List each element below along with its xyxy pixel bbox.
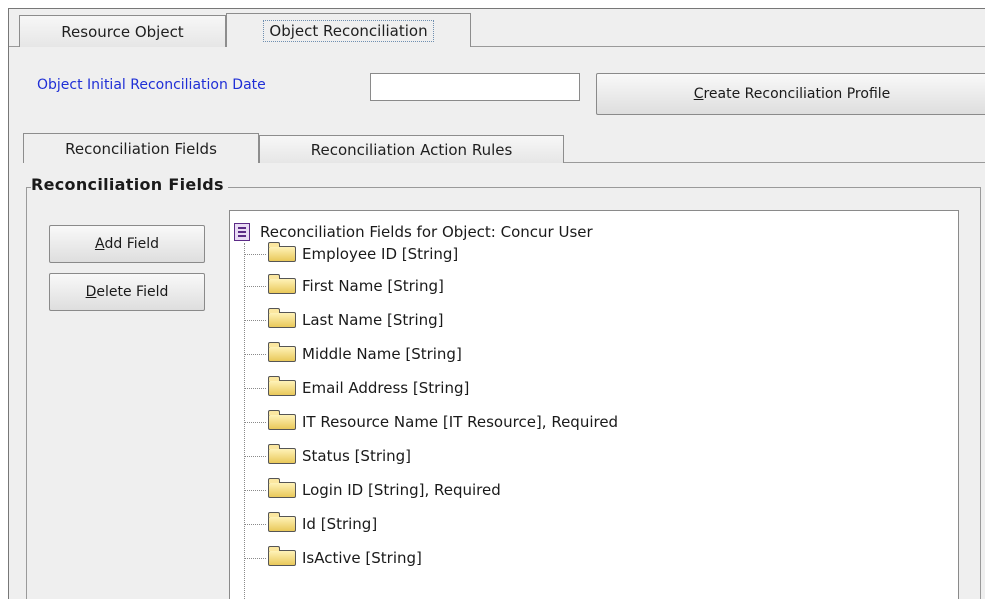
tree-branch-line xyxy=(244,523,266,525)
inner-tab-strip: Reconciliation Fields Reconciliation Act… xyxy=(23,133,985,164)
tree-branch-line xyxy=(244,557,266,559)
folder-icon xyxy=(268,546,296,566)
folder-icon xyxy=(268,478,296,498)
tree-item-label: IsActive [String] xyxy=(302,549,422,567)
folder-icon xyxy=(268,410,296,430)
create-button-mnemonic: C xyxy=(693,86,704,102)
top-tab-strip: Resource Object Object Reconciliation xyxy=(9,9,985,48)
tree-branch-line xyxy=(244,319,266,321)
recon-date-input[interactable] xyxy=(370,73,580,101)
top-tab-baseline xyxy=(9,46,19,47)
tree-item-label: Id [String] xyxy=(302,515,378,533)
tree-item[interactable]: Email Address [String] xyxy=(244,376,470,399)
tree-item[interactable]: Status [String] xyxy=(244,444,412,467)
tree-branch-line xyxy=(244,387,266,389)
top-tab-baseline-right xyxy=(471,46,985,47)
recon-date-label: Object Initial Reconciliation Date xyxy=(37,77,266,93)
tree-root-label: Reconciliation Fields for Object: Concur… xyxy=(260,223,593,241)
tree-item[interactable]: IT Resource Name [IT Resource], Required xyxy=(244,410,619,433)
tree-item-label: Last Name [String] xyxy=(302,311,444,329)
tab-reconciliation-fields[interactable]: Reconciliation Fields xyxy=(23,133,259,164)
tree-branch-line xyxy=(244,253,266,255)
tab-resource-object-label: Resource Object xyxy=(61,22,184,41)
tree-item[interactable]: Login ID [String], Required xyxy=(244,478,501,501)
tree-branch-line xyxy=(244,489,266,491)
tab-object-reconciliation-label: Object Reconciliation xyxy=(263,19,434,42)
folder-icon xyxy=(268,274,296,294)
reconciliation-fields-tree[interactable]: Reconciliation Fields for Object: Concur… xyxy=(229,210,959,599)
add-button-mnemonic: A xyxy=(94,236,105,252)
tree-branch-line xyxy=(244,421,266,423)
tree-item[interactable]: IsActive [String] xyxy=(244,546,422,569)
tree-branch-line xyxy=(244,353,266,355)
inner-tab-baseline xyxy=(564,162,985,163)
tree-item-label: Status [String] xyxy=(302,447,412,465)
tree-item-label: Employee ID [String] xyxy=(302,245,459,263)
tab-reconciliation-action-rules[interactable]: Reconciliation Action Rules xyxy=(259,135,564,163)
folder-icon xyxy=(268,242,296,262)
folder-icon xyxy=(268,376,296,396)
tab-resource-object[interactable]: Resource Object xyxy=(19,15,226,47)
tab-reconciliation-action-rules-label: Reconciliation Action Rules xyxy=(310,140,513,159)
object-reconciliation-panel: Resource Object Object Reconciliation Ob… xyxy=(8,8,985,599)
tree-item-label: Email Address [String] xyxy=(302,379,470,397)
group-title: Reconciliation Fields xyxy=(31,175,228,194)
tree-item[interactable]: First Name [String] xyxy=(244,274,444,297)
delete-field-button[interactable]: Delete Field xyxy=(49,273,205,311)
tree-item[interactable]: Id [String] xyxy=(244,512,378,535)
tree-root-node[interactable]: Reconciliation Fields for Object: Concur… xyxy=(234,221,593,243)
folder-icon xyxy=(268,444,296,464)
tree-item[interactable]: Last Name [String] xyxy=(244,308,444,331)
add-button-label: dd Field xyxy=(104,236,160,252)
tree-item-label: IT Resource Name [IT Resource], Required xyxy=(302,413,619,431)
folder-icon xyxy=(268,512,296,532)
reconciliation-object-icon xyxy=(234,223,250,241)
tree-item-label: Login ID [String], Required xyxy=(302,481,501,499)
tree-item-label: Middle Name [String] xyxy=(302,345,462,363)
delete-button-label: elete Field xyxy=(96,284,169,300)
tree-branch-line xyxy=(244,455,266,457)
create-reconciliation-profile-button[interactable]: Create Reconciliation Profile xyxy=(596,73,985,115)
tree-branch-line xyxy=(244,285,266,287)
create-button-label: reate Reconciliation Profile xyxy=(703,86,891,102)
folder-icon xyxy=(268,342,296,362)
tree-item[interactable]: Employee ID [String] xyxy=(244,242,459,265)
tree-item[interactable]: Middle Name [String] xyxy=(244,342,462,365)
folder-icon xyxy=(268,308,296,328)
tab-object-reconciliation[interactable]: Object Reconciliation xyxy=(226,13,471,48)
tree-item-label: First Name [String] xyxy=(302,277,444,295)
delete-button-mnemonic: D xyxy=(85,284,97,300)
add-field-button[interactable]: Add Field xyxy=(49,225,205,263)
tab-reconciliation-fields-label: Reconciliation Fields xyxy=(65,139,217,158)
